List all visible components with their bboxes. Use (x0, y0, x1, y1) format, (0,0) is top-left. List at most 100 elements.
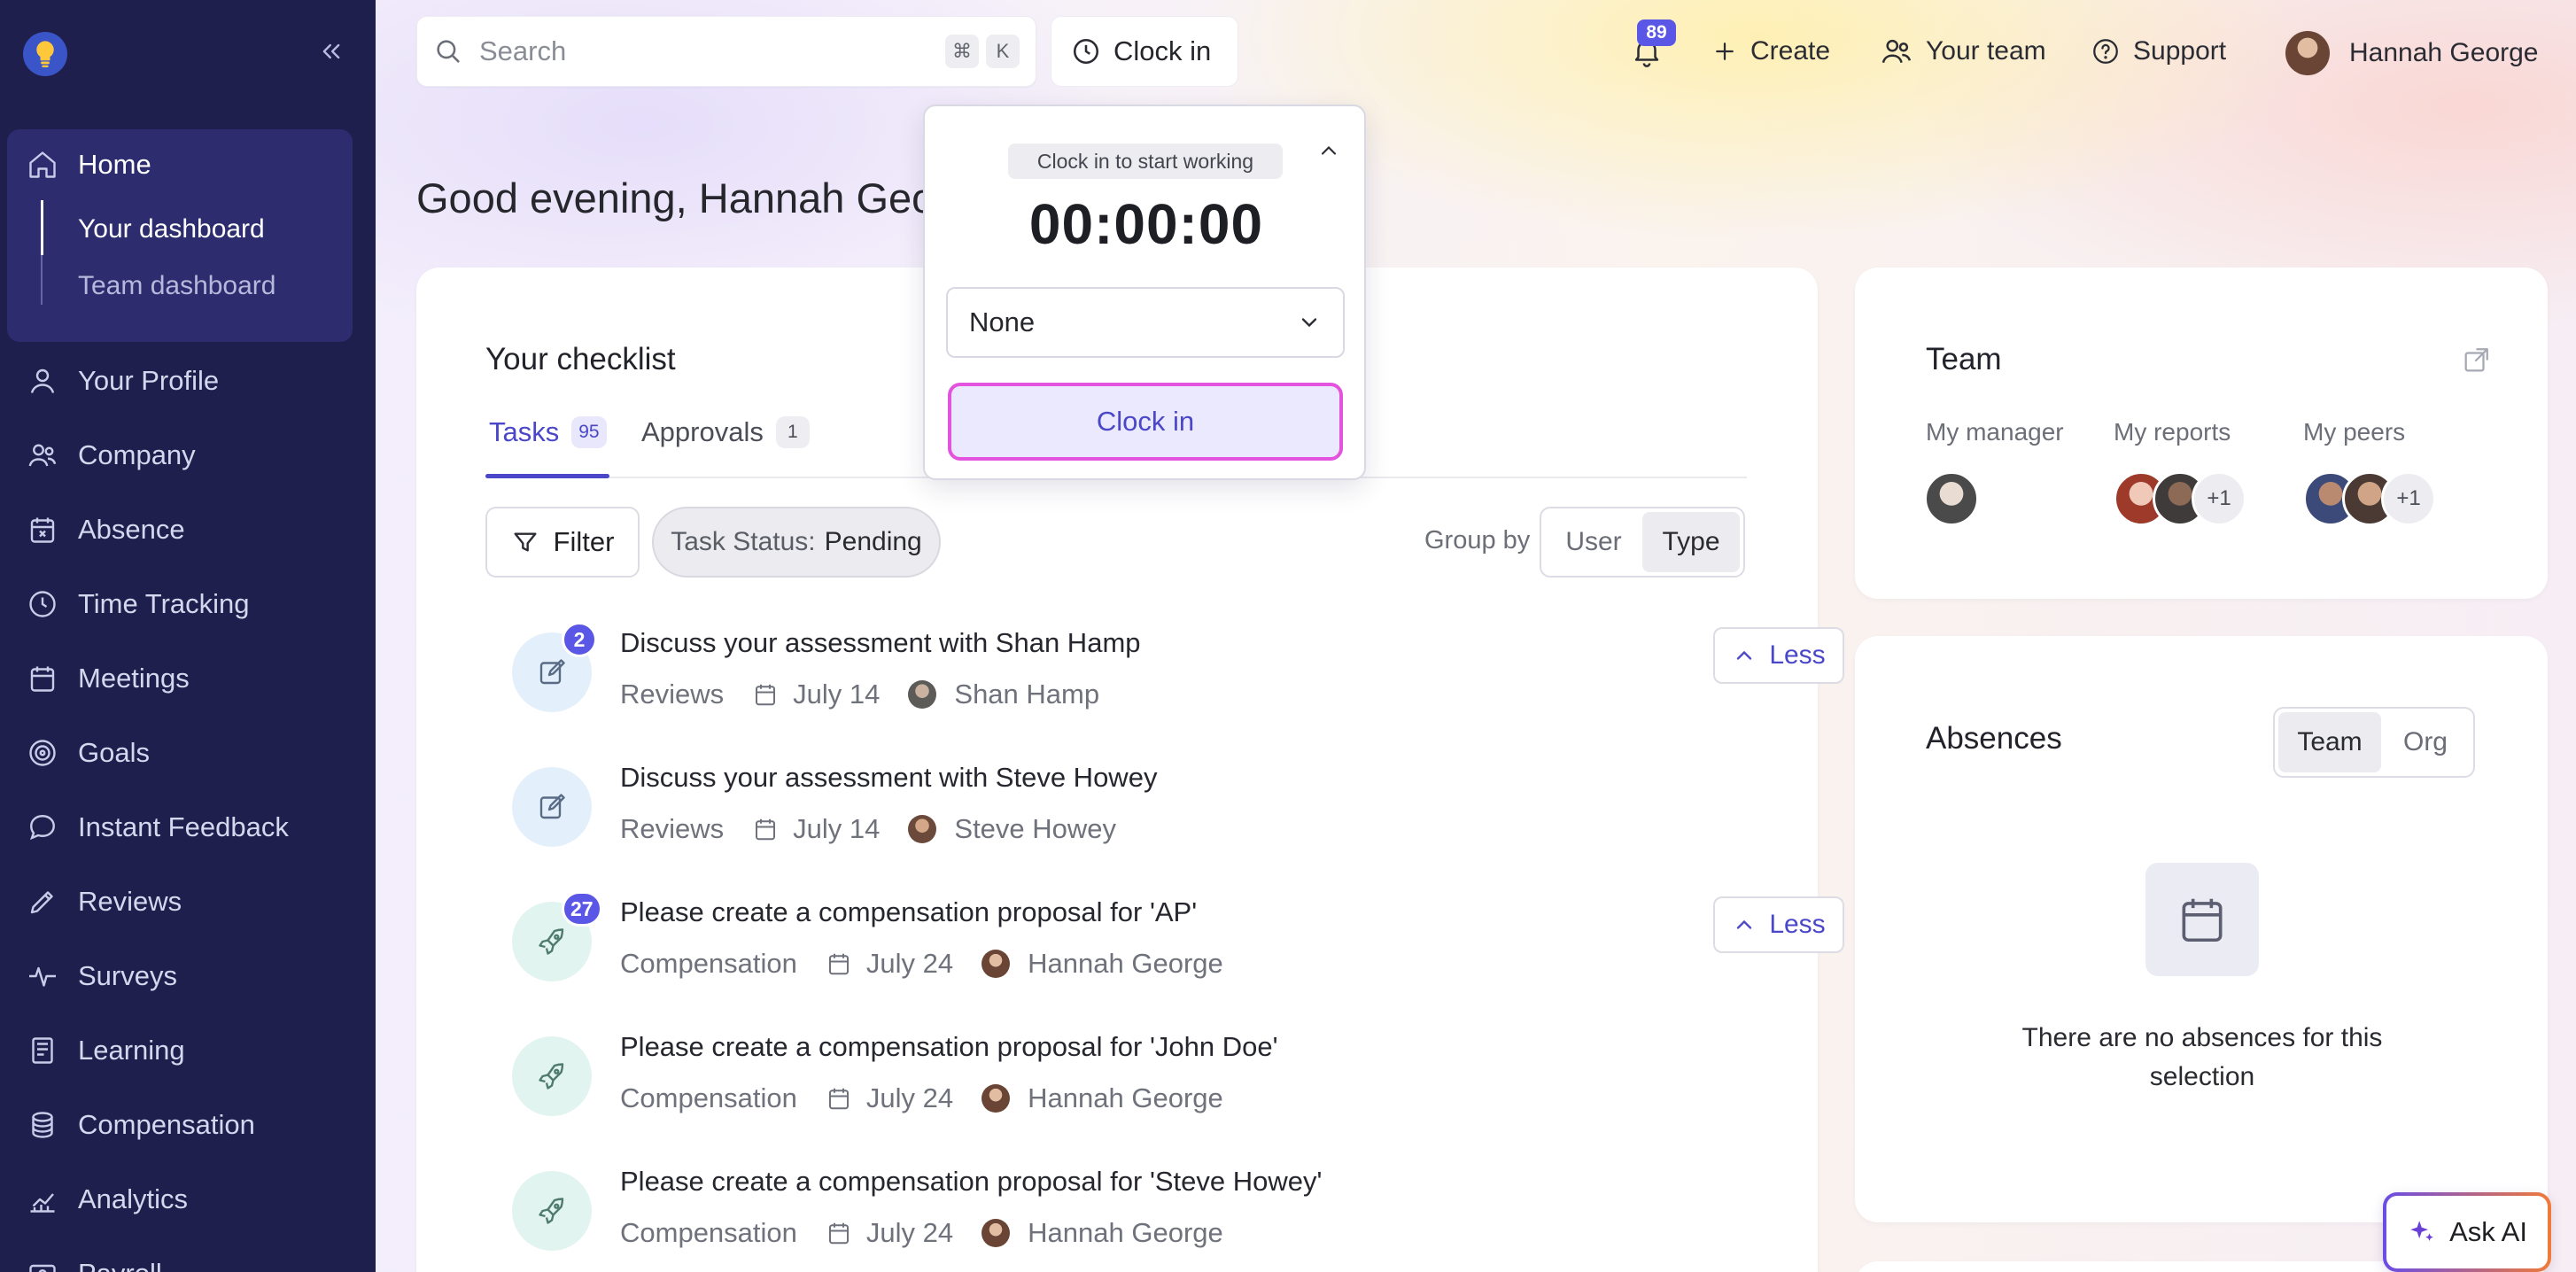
my-reports-label: My reports (2114, 418, 2231, 446)
my-peers-label: My peers (2303, 418, 2406, 446)
sidebar-item-company[interactable]: Company (27, 430, 354, 480)
user-menu-button[interactable]: Hannah George (2285, 28, 2539, 78)
users-icon (28, 444, 57, 467)
less-label: Less (1769, 910, 1826, 939)
filter-button[interactable]: Filter (485, 507, 640, 578)
less-button[interactable]: Less (1713, 896, 1844, 953)
app-logo[interactable] (23, 32, 67, 76)
payroll-icon (29, 1264, 56, 1272)
project-select[interactable]: None (946, 287, 1345, 358)
your-team-button[interactable]: Your team (1880, 27, 2046, 76)
sidebar-item-reviews[interactable]: Reviews (27, 877, 354, 927)
collapse-popover-button[interactable] (1311, 133, 1346, 168)
list-item[interactable]: Discuss your assessment with Steve Howey… (512, 762, 1752, 868)
sidebar-item-label: Instant Feedback (78, 811, 289, 842)
assignee-avatar (908, 815, 937, 843)
sidebar-item-instant-feedback[interactable]: Instant Feedback (27, 803, 354, 852)
sidebar-item-payroll[interactable]: Payroll (27, 1249, 354, 1272)
task-type: Compensation (620, 948, 797, 979)
sidebar-item-your-profile[interactable]: Your Profile (27, 356, 354, 406)
support-button[interactable]: Support (2091, 27, 2226, 76)
create-label: Create (1750, 36, 1831, 66)
rocket-icon (539, 1063, 564, 1090)
manager-avatar[interactable] (1924, 471, 1979, 526)
home-icon (29, 151, 56, 178)
ask-ai-button[interactable]: Ask AI (2383, 1192, 2551, 1272)
task-assignee: Steve Howey (954, 813, 1117, 844)
clock-icon (1073, 38, 1099, 65)
list-item[interactable]: Please create a compensation proposal fo… (512, 1166, 1752, 1272)
group-by-user-button[interactable]: User (1545, 512, 1642, 572)
sidebar-item-your-dashboard[interactable]: Your dashboard (78, 214, 265, 244)
reports-more-badge[interactable]: +1 (2192, 471, 2246, 526)
chevron-down-icon (1301, 318, 1317, 328)
task-status-filter-chip[interactable]: Task Status: Pending (652, 507, 941, 578)
list-item[interactable]: 2 Discuss your assessment with Shan Hamp… (512, 622, 1844, 733)
subnav-active-indicator (41, 200, 43, 255)
team-card: Team My manager My reports My peers +1 +… (1855, 268, 2548, 599)
sparkle-icon (2410, 1221, 2433, 1241)
calendar-x-icon (30, 517, 55, 543)
support-label: Support (2133, 36, 2227, 66)
clock-in-toggle-button[interactable]: Clock in (1051, 16, 1238, 87)
calendar-icon (30, 666, 55, 692)
target-icon (29, 740, 56, 766)
project-select-value: None (969, 306, 1036, 337)
absences-title: Absences (1926, 721, 2062, 756)
notification-count-badge: 89 (1637, 19, 1676, 46)
task-type: Reviews (620, 679, 725, 710)
less-button[interactable]: Less (1713, 627, 1844, 684)
task-type-icon (512, 767, 592, 847)
sidebar-item-learning[interactable]: Learning (27, 1026, 354, 1075)
group-by-label: Group by (1424, 526, 1531, 555)
open-team-link[interactable] (2461, 345, 2491, 380)
task-title[interactable]: Discuss your assessment with Shan Hamp (620, 627, 1141, 659)
sidebar-item-compensation[interactable]: Compensation (27, 1100, 354, 1150)
list-item[interactable]: Please create a compensation proposal fo… (512, 1031, 1752, 1137)
shortcut-key-cmd: ⌘ (945, 35, 979, 68)
search-icon (437, 40, 460, 63)
calendar-icon (828, 1222, 849, 1245)
tab-tasks[interactable]: Tasks 95 (489, 416, 607, 448)
book-icon (32, 1037, 53, 1064)
peers-more-badge[interactable]: +1 (2381, 471, 2436, 526)
task-date: July 24 (865, 948, 954, 979)
sidebar-item-analytics[interactable]: Analytics (27, 1175, 354, 1224)
collapse-sidebar-button[interactable] (315, 35, 347, 67)
sidebar-item-meetings[interactable]: Meetings (27, 654, 354, 703)
calendar-icon (756, 818, 776, 841)
sidebar-item-surveys[interactable]: Surveys (27, 951, 354, 1001)
search-input[interactable] (479, 35, 938, 67)
external-link-icon (2464, 348, 2488, 372)
sidebar-item-goals[interactable]: Goals (27, 728, 354, 778)
chart-icon (30, 1193, 55, 1213)
your-team-label: Your team (1926, 36, 2046, 66)
search-bar[interactable]: ⌘ K (416, 16, 1036, 87)
create-button[interactable]: Create (1711, 27, 1830, 76)
timer-display: 00:00:00 (1028, 192, 1264, 256)
tab-approvals[interactable]: Approvals 1 (641, 416, 810, 448)
sidebar-item-time-tracking[interactable]: Time Tracking (27, 579, 354, 629)
task-title[interactable]: Please create a compensation proposal fo… (620, 1166, 1322, 1198)
task-title[interactable]: Discuss your assessment with Steve Howey (620, 762, 1157, 794)
task-title[interactable]: Please create a compensation proposal fo… (620, 896, 1197, 928)
shortcut-key-k: K (986, 35, 1020, 68)
lightbulb-icon (36, 41, 54, 68)
sidebar-item-absence[interactable]: Absence (27, 505, 354, 555)
task-date: July 24 (865, 1217, 954, 1248)
task-title[interactable]: Please create a compensation proposal fo… (620, 1031, 1278, 1063)
task-meta: Compensation July 24 Hannah George (620, 1217, 1223, 1249)
list-item[interactable]: 27 Please create a compensation proposal… (512, 891, 1844, 1003)
sidebar-item-home[interactable]: Home (27, 140, 354, 190)
absences-card: Absences Team Org There are no absences … (1855, 636, 2548, 1222)
chevron-up-icon (1737, 650, 1752, 660)
absences-org-button[interactable]: Org (2381, 712, 2470, 772)
plus-icon (1716, 43, 1734, 60)
clock-in-button[interactable]: Clock in (948, 383, 1343, 461)
group-by-type-button[interactable]: Type (1642, 512, 1740, 572)
absences-team-button[interactable]: Team (2278, 712, 2381, 772)
sidebar-item-label: Goals (78, 737, 150, 768)
sidebar-item-team-dashboard[interactable]: Team dashboard (78, 271, 275, 301)
assignee-avatar (908, 680, 937, 709)
double-chevron-left-icon (322, 43, 340, 59)
